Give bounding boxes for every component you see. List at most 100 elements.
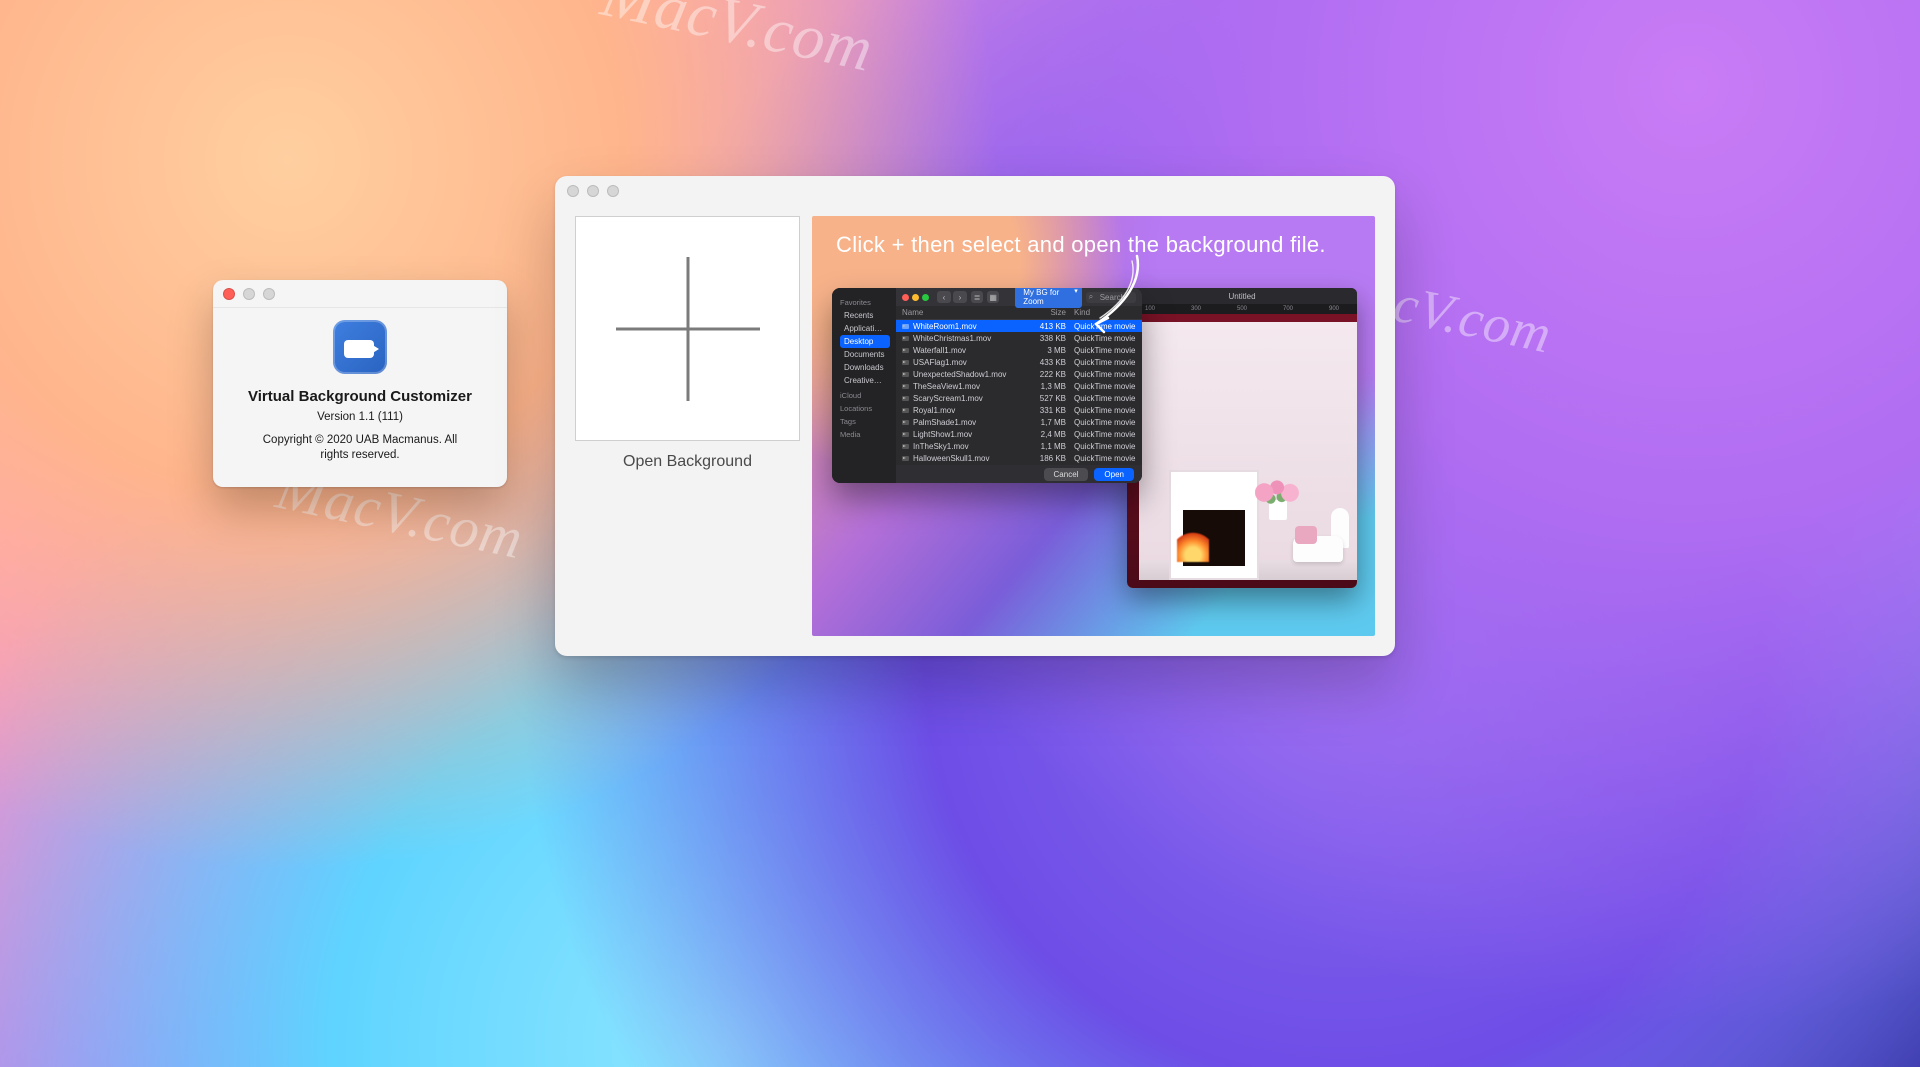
file-row[interactable]: InTheSky1.mov1,1 MBQuickTime movie <box>896 440 1142 452</box>
sidebar-item-recents[interactable]: Recents <box>840 309 890 322</box>
file-kind: QuickTime movie <box>1066 322 1136 331</box>
main-titlebar[interactable] <box>555 176 1395 206</box>
zoom-button[interactable] <box>922 294 929 301</box>
zoom-button[interactable] <box>263 288 275 300</box>
cancel-button[interactable]: Cancel <box>1044 468 1089 481</box>
file-row[interactable]: WhiteRoom1.mov413 KBQuickTime movie <box>896 320 1142 332</box>
file-size: 527 KB <box>1026 394 1066 403</box>
movie-icon <box>902 444 909 449</box>
file-kind: QuickTime movie <box>1066 370 1136 379</box>
search-input[interactable]: Search <box>1086 292 1136 303</box>
ruler-tick: 900 <box>1329 306 1339 312</box>
movie-icon <box>902 456 909 461</box>
file-row[interactable]: Waterfall1.mov3 MBQuickTime movie <box>896 344 1142 356</box>
sidebar-section-tags: Tags <box>840 417 890 426</box>
column-name[interactable]: Name <box>902 308 1026 317</box>
file-size: 1,3 MB <box>1026 382 1066 391</box>
file-row[interactable]: LightShow1.mov2,4 MBQuickTime movie <box>896 428 1142 440</box>
file-kind: QuickTime movie <box>1066 430 1136 439</box>
app-icon <box>333 320 387 374</box>
zoom-button[interactable] <box>607 185 619 197</box>
file-kind: QuickTime movie <box>1066 346 1136 355</box>
nav-forward-button[interactable]: › <box>953 291 967 303</box>
file-row[interactable]: UnexpectedShadow1.mov222 KBQuickTime mov… <box>896 368 1142 380</box>
finder-open-panel: Favorites Recents Applicati… Desktop Doc… <box>832 288 1142 483</box>
sidebar-section-favorites: Favorites <box>840 298 890 307</box>
view-list-button[interactable]: ≣ <box>971 291 983 303</box>
folder-select[interactable]: My BG for Zoom <box>1015 288 1081 308</box>
main-window: Open Background Click + then select and … <box>555 176 1395 656</box>
file-row[interactable]: PalmShade1.mov1,7 MBQuickTime movie <box>896 416 1142 428</box>
file-row[interactable]: ScaryScream1.mov527 KBQuickTime movie <box>896 392 1142 404</box>
file-name: TheSeaView1.mov <box>913 382 1026 391</box>
file-kind: QuickTime movie <box>1066 358 1136 367</box>
file-name: InTheSky1.mov <box>913 442 1026 451</box>
close-button[interactable] <box>223 288 235 300</box>
app-title: Virtual Background Customizer <box>248 388 472 405</box>
finder-main: ‹ › ≣ ▦ My BG for Zoom Search Name Size … <box>896 288 1142 483</box>
file-size: 433 KB <box>1026 358 1066 367</box>
minimize-button[interactable] <box>587 185 599 197</box>
ruler-tick: 100 <box>1145 306 1155 312</box>
instruction-text: Click + then select and open the backgro… <box>836 232 1351 258</box>
sidebar-section-locations: Locations <box>840 404 890 413</box>
ruler-tick: 300 <box>1191 306 1201 312</box>
movie-icon <box>902 324 909 329</box>
sidebar-item-creative[interactable]: Creative… <box>840 374 890 387</box>
movie-icon <box>902 420 909 425</box>
minimize-button[interactable] <box>912 294 919 301</box>
file-name: WhiteRoom1.mov <box>913 322 1026 331</box>
watermark-text: MacV.com <box>595 0 880 87</box>
finder-footer: Cancel Open <box>896 465 1142 483</box>
app-version: Version 1.1 (111) <box>317 411 403 423</box>
sidebar-item-applications[interactable]: Applicati… <box>840 322 890 335</box>
scene-preview <box>1127 314 1357 588</box>
traffic-lights <box>223 288 275 300</box>
movie-icon <box>902 396 909 401</box>
finder-column-header[interactable]: Name Size Kind <box>896 306 1142 320</box>
movie-icon <box>902 348 909 353</box>
file-row[interactable]: WhiteChristmas1.mov338 KBQuickTime movie <box>896 332 1142 344</box>
file-row[interactable]: TheSeaView1.mov1,3 MBQuickTime movie <box>896 380 1142 392</box>
minimize-button[interactable] <box>243 288 255 300</box>
nav-back-button[interactable]: ‹ <box>937 291 951 303</box>
sidebar-section-icloud: iCloud <box>840 391 890 400</box>
about-titlebar[interactable] <box>213 280 507 308</box>
file-name: LightShow1.mov <box>913 430 1026 439</box>
file-name: Royal1.mov <box>913 406 1026 415</box>
movie-icon <box>902 432 909 437</box>
file-row[interactable]: HalloweenSkull1.mov186 KBQuickTime movie <box>896 452 1142 464</box>
finder-toolbar: ‹ › ≣ ▦ My BG for Zoom Search <box>896 288 1142 306</box>
sidebar-section-media: Media <box>840 430 890 439</box>
file-kind: QuickTime movie <box>1066 406 1136 415</box>
column-kind[interactable]: Kind <box>1066 308 1136 317</box>
file-name: UnexpectedShadow1.mov <box>913 370 1026 379</box>
editor-window: Untitled 100 300 500 700 900 <box>1127 288 1357 588</box>
fireplace-graphic <box>1169 470 1259 580</box>
close-button[interactable] <box>567 185 579 197</box>
sidebar-item-documents[interactable]: Documents <box>840 348 890 361</box>
view-grid-button[interactable]: ▦ <box>987 291 999 303</box>
column-size[interactable]: Size <box>1026 308 1066 317</box>
open-background-button[interactable] <box>575 216 800 441</box>
editor-ruler: 100 300 500 700 900 <box>1127 304 1357 314</box>
file-name: HalloweenSkull1.mov <box>913 454 1026 463</box>
sidebar-item-downloads[interactable]: Downloads <box>840 361 890 374</box>
finder-file-list[interactable]: WhiteRoom1.mov413 KBQuickTime movieWhite… <box>896 320 1142 465</box>
file-row[interactable]: USAFlag1.mov433 KBQuickTime movie <box>896 356 1142 368</box>
sidebar-item-desktop[interactable]: Desktop <box>840 335 890 348</box>
movie-icon <box>902 360 909 365</box>
file-kind: QuickTime movie <box>1066 334 1136 343</box>
file-name: USAFlag1.mov <box>913 358 1026 367</box>
open-button[interactable]: Open <box>1094 468 1134 481</box>
file-name: Waterfall1.mov <box>913 346 1026 355</box>
file-size: 1,1 MB <box>1026 442 1066 451</box>
file-row[interactable]: Royal1.mov331 KBQuickTime movie <box>896 404 1142 416</box>
close-button[interactable] <box>902 294 909 301</box>
file-size: 2,4 MB <box>1026 430 1066 439</box>
file-kind: QuickTime movie <box>1066 454 1136 463</box>
file-name: ScaryScream1.mov <box>913 394 1026 403</box>
file-size: 1,7 MB <box>1026 418 1066 427</box>
about-window: Virtual Background Customizer Version 1.… <box>213 280 507 487</box>
file-size: 186 KB <box>1026 454 1066 463</box>
